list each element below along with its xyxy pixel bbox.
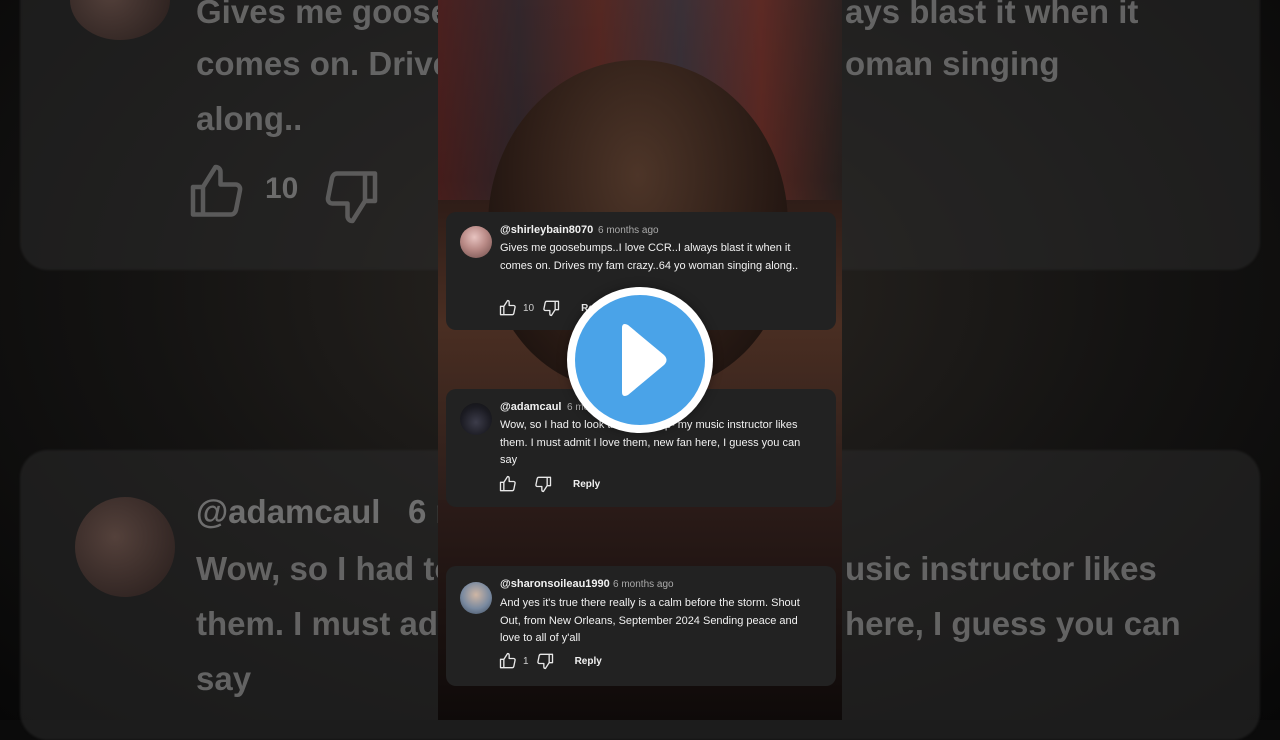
avatar[interactable] [460, 226, 492, 258]
thumbs-down-icon[interactable] [541, 298, 561, 318]
play-icon [622, 324, 667, 396]
comment-author[interactable]: @shirleybain8070 [500, 224, 593, 236]
comment-text: Gives me goosebumps..I love CCR..I alway… [500, 242, 799, 272]
bg-text-line: usic instructor likes [845, 550, 1157, 587]
bg-text-line: say [196, 660, 252, 697]
avatar[interactable] [460, 582, 492, 614]
bg-text-line: Wow, so I had to [196, 550, 455, 587]
thumbs-down-icon[interactable] [533, 474, 553, 494]
reply-button[interactable]: Reply [575, 656, 602, 667]
bg-text-line: along.. [196, 100, 303, 137]
like-count: 10 [523, 302, 535, 314]
bg-like-count: 10 [265, 172, 299, 205]
thumbs-up-icon[interactable] [498, 474, 518, 494]
comment-card: @sharonsoileau1990 6 months ago And yes … [446, 566, 836, 686]
comment-author[interactable]: @adamcaul [500, 401, 561, 413]
comment-actions: 1 Reply [498, 651, 602, 671]
comment-text: And yes it's true there really is a calm… [500, 597, 800, 644]
bg-text-line: them. I must ad [196, 605, 439, 642]
bg-handle: @adamcaul [196, 493, 381, 530]
reply-button[interactable]: Reply [573, 479, 600, 490]
bg-thumbs-down-icon [325, 171, 378, 224]
thumbs-up-icon[interactable] [498, 651, 518, 671]
bg-text-line: here, I guess you can [845, 605, 1181, 642]
bg-avatar-2 [75, 497, 175, 597]
thumbs-up-icon[interactable] [498, 298, 518, 318]
bg-thumbs-up-icon [190, 164, 243, 217]
play-button[interactable] [567, 287, 713, 433]
avatar[interactable] [460, 403, 492, 435]
bg-text-line: ays blast it when it [845, 0, 1139, 30]
comment-actions: Reply [498, 474, 600, 494]
bg-text-line: comes on. Drive [196, 45, 451, 82]
bg-text-line: Gives me goose [196, 0, 450, 30]
comment-author[interactable]: @sharonsoileau1990 [500, 578, 610, 590]
comment-timestamp: 6 months ago [598, 225, 659, 236]
thumbs-down-icon[interactable] [535, 651, 555, 671]
like-count: 1 [523, 655, 529, 667]
bg-text-line: oman singing [845, 45, 1060, 82]
comment-timestamp: 6 months ago [613, 579, 674, 590]
